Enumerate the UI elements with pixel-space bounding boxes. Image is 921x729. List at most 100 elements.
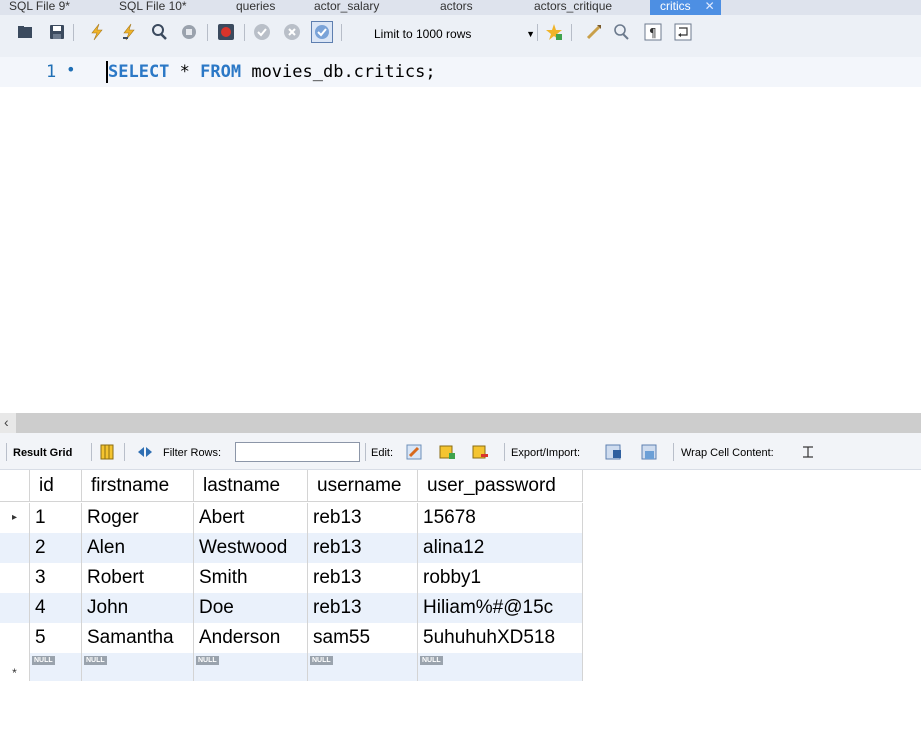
open-folder-icon[interactable] [16,23,34,41]
new-row[interactable]: * NULL NULL NULL NULL NULL [0,653,583,681]
explain-icon[interactable] [150,23,168,41]
cell-user-password[interactable]: Hiliam%#@15c [418,593,583,623]
tab-actor-salary[interactable]: actor_salary [314,0,379,15]
table-row[interactable]: 4 John Doe reb13 Hiliam%#@15c [0,593,583,623]
export-icon[interactable] [604,443,622,461]
cell-id[interactable]: 2 [30,533,82,563]
add-snippet-icon[interactable] [545,23,563,41]
toolbar-separator [365,443,366,461]
sql-editor[interactable]: 1 • SELECT * FROM movies_db.critics; [0,57,921,413]
cell-firstname[interactable]: Alen [82,533,194,563]
cell-username-new[interactable]: NULL [308,653,418,681]
delete-row-icon[interactable] [471,443,489,461]
cell-user-password-new[interactable]: NULL [418,653,583,681]
cell-id[interactable]: 3 [30,563,82,593]
column-header-id[interactable]: id [30,470,82,502]
toolbar-separator [571,24,572,41]
toolbar-separator [537,24,538,41]
cell-firstname[interactable]: Robert [82,563,194,593]
tab-actors[interactable]: actors [440,0,473,15]
cell-username[interactable]: sam55 [308,623,418,653]
close-tab-icon[interactable]: ✕ [705,0,715,13]
scrollbar-thumb[interactable] [16,413,921,433]
null-badge: NULL [84,656,107,665]
cell-lastname[interactable]: Smith [194,563,308,593]
cell-username[interactable]: reb13 [308,563,418,593]
result-toolbar: Result Grid Filter Rows: Edit: Export/Im… [0,433,921,470]
row-limit-select[interactable]: Limit to 1000 rows ▼ [371,24,543,44]
svg-text:¶: ¶ [649,26,657,40]
find-icon[interactable] [612,23,630,41]
null-badge: NULL [32,656,55,665]
column-header-lastname[interactable]: lastname [194,470,308,502]
commit-icon[interactable] [253,23,271,41]
edit-label: Edit: [371,447,394,459]
execute-current-icon[interactable] [120,23,138,41]
row-marker [0,623,30,653]
wrap-lines-icon[interactable] [674,23,692,41]
cell-user-password[interactable]: robby1 [418,563,583,593]
null-badge: NULL [310,656,333,665]
tab-actors-critique[interactable]: actors_critique [534,0,612,15]
result-grid-tab[interactable]: Result Grid [13,447,72,459]
execute-icon[interactable] [88,23,106,41]
refresh-icon[interactable] [136,443,154,461]
cell-lastname[interactable]: Westwood [194,533,308,563]
line-number: 1 [46,62,57,82]
table-row[interactable]: 2 Alen Westwood reb13 alina12 [0,533,583,563]
cell-firstname[interactable]: John [82,593,194,623]
tab-sql-file-10[interactable]: SQL File 10* [119,0,187,15]
save-icon[interactable] [48,23,66,41]
beautify-icon[interactable] [585,23,603,41]
cell-lastname-new[interactable]: NULL [194,653,308,681]
row-marker [0,563,30,593]
autocommit-icon[interactable] [311,21,333,43]
row-marker-header [0,470,30,502]
keyword-select: SELECT [108,62,170,82]
tab-queries[interactable]: queries [236,0,275,15]
wrap-cell-content-icon[interactable] [799,443,817,461]
cell-firstname[interactable]: Roger [82,503,194,533]
cell-id[interactable]: 4 [30,593,82,623]
cell-firstname-new[interactable]: NULL [82,653,194,681]
toolbar-separator [73,24,74,41]
editor-line[interactable]: 1 • SELECT * FROM movies_db.critics; [0,57,921,87]
column-header-user-password[interactable]: user_password [418,470,583,502]
tab-critics[interactable]: critics ✕ [650,0,721,15]
cell-username[interactable]: reb13 [308,533,418,563]
tab-sql-file-9[interactable]: SQL File 9* [9,0,70,15]
stop-icon[interactable] [180,23,198,41]
column-header-firstname[interactable]: firstname [82,470,194,502]
cell-user-password[interactable]: 15678 [418,503,583,533]
table-row[interactable]: ▸ 1 Roger Abert reb13 15678 [0,503,583,533]
cell-id[interactable]: 1 [30,503,82,533]
cell-firstname[interactable]: Samantha [82,623,194,653]
edit-row-icon[interactable] [405,443,423,461]
add-row-icon[interactable] [438,443,456,461]
cell-username[interactable]: reb13 [308,503,418,533]
cell-username[interactable]: reb13 [308,593,418,623]
table-row[interactable]: 3 Robert Smith reb13 robby1 [0,563,583,593]
sql-statement: SELECT * FROM movies_db.critics; [108,62,436,82]
toolbar-separator [341,24,342,41]
cell-lastname[interactable]: Abert [194,503,308,533]
cell-lastname[interactable]: Doe [194,593,308,623]
rollback-icon[interactable] [283,23,301,41]
filter-rows-input[interactable] [235,442,360,462]
import-icon[interactable] [640,443,658,461]
selected-row-marker-icon: ▸ [0,503,30,533]
cell-user-password[interactable]: 5uhuhuhXD518 [418,623,583,653]
toolbar-separator [124,443,125,461]
null-badge: NULL [420,656,443,665]
table-row[interactable]: 5 Samantha Anderson sam55 5uhuhuhXD518 [0,623,583,653]
cell-id[interactable]: 5 [30,623,82,653]
toggle-error-icon[interactable] [217,23,235,41]
scroll-left-icon[interactable]: ‹ [4,414,9,430]
column-header-username[interactable]: username [308,470,418,502]
cell-user-password[interactable]: alina12 [418,533,583,563]
cell-lastname[interactable]: Anderson [194,623,308,653]
cell-id-new[interactable]: NULL [30,653,82,681]
horizontal-scrollbar[interactable]: ‹ [0,413,921,433]
grid-layout-icon[interactable] [98,443,116,461]
invisible-chars-icon[interactable]: ¶ [644,23,662,41]
